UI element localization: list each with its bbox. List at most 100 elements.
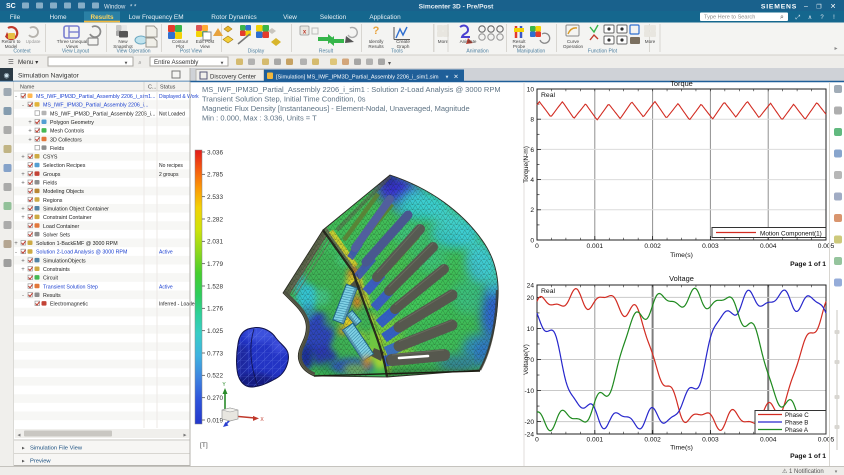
svg-text:+: + — [21, 155, 25, 161]
svg-text:1.779: 1.779 — [207, 261, 223, 268]
svg-text:1.276: 1.276 — [207, 306, 223, 313]
svg-text:+: + — [28, 137, 32, 143]
svg-text:Snapshot: Snapshot — [113, 44, 133, 49]
svg-text:0: 0 — [530, 237, 534, 244]
svg-text:Type Here to Search: Type Here to Search — [704, 15, 755, 21]
svg-text:0.004: 0.004 — [760, 243, 777, 250]
svg-text:Application: Application — [369, 14, 401, 21]
svg-text:Manipulation: Manipulation — [517, 49, 546, 55]
svg-text:-: - — [15, 94, 17, 100]
svg-text:Phase B: Phase B — [785, 420, 808, 427]
svg-text:3D Collectors: 3D Collectors — [50, 137, 82, 143]
svg-text:Results: Results — [43, 293, 61, 299]
svg-text:Context: Context — [13, 49, 31, 55]
svg-text:Update: Update — [26, 39, 41, 44]
svg-text:+: + — [21, 181, 25, 187]
svg-text:Plot: Plot — [176, 44, 185, 49]
svg-text:10: 10 — [527, 86, 535, 93]
svg-text:View Operation: View Operation — [116, 49, 150, 55]
svg-text:Selection Recipes: Selection Recipes — [43, 163, 86, 169]
svg-text:2.785: 2.785 — [207, 172, 223, 179]
svg-text:-: - — [22, 103, 24, 109]
svg-text:CSYS: CSYS — [43, 155, 58, 161]
svg-text:∧: ∧ — [808, 15, 812, 21]
svg-text:Magnetic Flux Density [Instant: Magnetic Flux Density [Instantaneous] - … — [202, 104, 470, 113]
svg-text:Real: Real — [541, 92, 555, 99]
svg-text:Fields: Fields — [50, 146, 64, 152]
svg-text:0: 0 — [535, 243, 539, 250]
svg-text:More: More — [645, 39, 656, 44]
svg-text:4: 4 — [530, 177, 534, 184]
svg-text:Constraints: Constraints — [43, 267, 70, 273]
svg-text:Window: Window — [104, 5, 126, 11]
svg-text:►: ► — [183, 433, 188, 439]
svg-text:MS_IWF_IPM3D_Partial_Assembly: MS_IWF_IPM3D_Partial_Assembly 2206_i... — [43, 103, 148, 109]
svg-text:▸: ▸ — [22, 459, 25, 465]
svg-text:[T]: [T] — [200, 442, 208, 449]
svg-text:+: + — [21, 172, 25, 178]
svg-text:Discovery Center: Discovery Center — [210, 75, 256, 81]
svg-text:No recipes: No recipes — [159, 163, 183, 169]
svg-text:+: + — [14, 241, 18, 247]
svg-text:Time(s): Time(s) — [670, 252, 693, 259]
svg-text:Menu ▾: Menu ▾ — [18, 59, 38, 66]
svg-text:Polygon Geometry: Polygon Geometry — [50, 120, 94, 126]
svg-text:Min : 0.000, Max : 3.036, Unit: Min : 0.000, Max : 3.036, Units = T — [202, 114, 317, 123]
svg-text:–: – — [804, 4, 808, 11]
svg-text:+: + — [21, 258, 25, 264]
svg-text:Torque: Torque — [670, 79, 693, 88]
svg-text:0.002: 0.002 — [644, 243, 661, 250]
svg-text:0.002: 0.002 — [644, 437, 661, 444]
svg-text:[Simulation] MS_IWF_IPM3D_Part: [Simulation] MS_IWF_IPM3D_Partial_Assemb… — [276, 75, 439, 81]
svg-text:0.001: 0.001 — [587, 243, 604, 250]
svg-text:Simulation File View: Simulation File View — [30, 446, 83, 452]
svg-text:0.003: 0.003 — [702, 243, 719, 250]
svg-text:8: 8 — [530, 117, 534, 124]
svg-text:Voltage: Voltage — [669, 274, 694, 283]
svg-text:20: 20 — [527, 295, 535, 302]
svg-text:⌕: ⌕ — [138, 60, 142, 67]
svg-text:⚠ 1 Notification: ⚠ 1 Notification — [782, 468, 824, 475]
svg-text:▾: ▾ — [125, 61, 128, 67]
svg-text:Electromagnetic: Electromagnetic — [50, 302, 88, 308]
svg-text:Graph: Graph — [397, 44, 410, 49]
svg-text:0: 0 — [535, 437, 539, 444]
svg-text:Inferred - Loaded: Inferred - Loaded — [159, 302, 198, 308]
svg-text:Operation: Operation — [563, 44, 584, 49]
svg-text:SC: SC — [6, 3, 16, 10]
svg-text:MS_IWF_IPM3D_Partial_Assembly: MS_IWF_IPM3D_Partial_Assembly 2206_i_sim… — [36, 94, 156, 100]
svg-text:▸: ▸ — [834, 46, 837, 52]
svg-text:Active: Active — [159, 250, 173, 256]
svg-text:Probe: Probe — [513, 44, 526, 49]
svg-text:10: 10 — [527, 326, 535, 333]
svg-text:Selection: Selection — [320, 14, 347, 21]
svg-text:Solution 2-Load Analysis @ 300: Solution 2-Load Analysis @ 3000 RPM — [36, 250, 127, 256]
svg-text:Animation: Animation — [466, 49, 488, 55]
svg-text:Preview: Preview — [30, 459, 51, 465]
svg-text:Results: Results — [90, 14, 114, 21]
svg-text:Post View: Post View — [180, 49, 203, 55]
svg-text:3.036: 3.036 — [207, 149, 223, 156]
svg-text:View Layout: View Layout — [62, 49, 90, 55]
svg-text:◄: ◄ — [17, 433, 22, 439]
svg-text:Model: Model — [5, 44, 18, 49]
svg-text:1.025: 1.025 — [207, 328, 223, 335]
svg-text:SIEMENS: SIEMENS — [761, 3, 797, 10]
svg-text:?: ? — [373, 25, 380, 37]
svg-text:1.528: 1.528 — [207, 283, 223, 290]
svg-text:+: + — [21, 207, 25, 213]
svg-text:2.031: 2.031 — [207, 239, 223, 246]
svg-text:Display: Display — [248, 49, 265, 55]
svg-text:Home: Home — [49, 14, 66, 21]
svg-text:24: 24 — [527, 282, 535, 289]
svg-text:Entire Assembly: Entire Assembly — [154, 59, 199, 66]
svg-text:File: File — [10, 14, 21, 21]
svg-text:* *: * * — [130, 5, 137, 11]
svg-text:Phase C: Phase C — [785, 412, 809, 419]
svg-text:Page 1 of 1: Page 1 of 1 — [790, 261, 826, 268]
svg-text:Simulation Object Container: Simulation Object Container — [43, 206, 109, 212]
svg-text:0.001: 0.001 — [587, 437, 604, 444]
svg-text:-20: -20 — [524, 419, 534, 426]
svg-text:-10: -10 — [524, 388, 534, 395]
svg-text:Page 1 of 1: Page 1 of 1 — [790, 453, 826, 460]
